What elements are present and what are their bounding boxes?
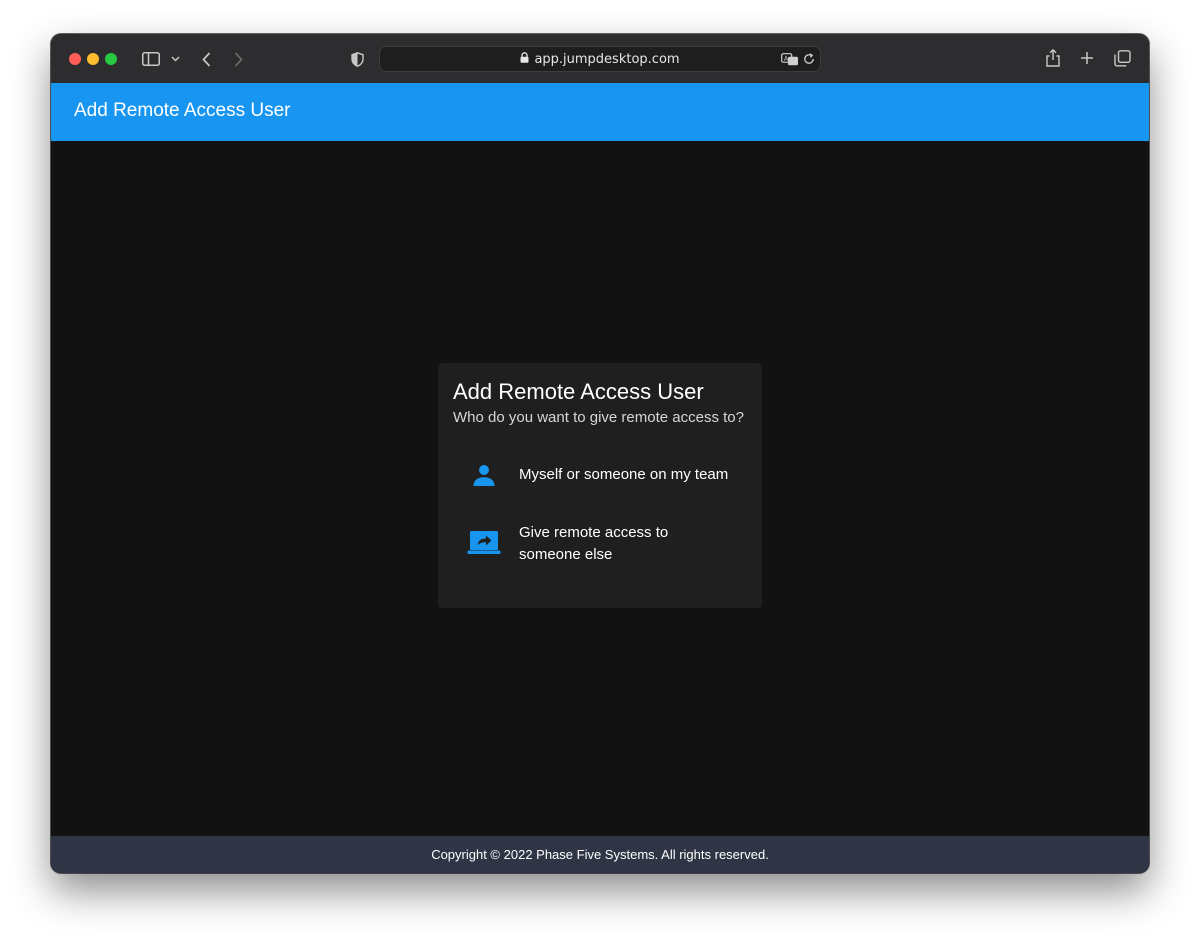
lock-icon [520,51,529,67]
dialog-subtitle: Who do you want to give remote access to… [453,409,744,426]
chevron-down-icon[interactable] [169,52,181,66]
dialog-title: Add Remote Access User [453,379,704,404]
browser-window: app.jumpdesktop.com A Add Remote Access … [51,34,1149,873]
main-content: Add Remote Access User Who do you want t… [51,141,1149,836]
reload-icon[interactable] [802,52,816,66]
sidebar-icon[interactable] [141,50,161,68]
close-window-button[interactable] [69,53,81,65]
option-label: Myself or someone on my team [519,466,729,483]
shield-icon[interactable] [349,50,365,68]
option-myself-or-team[interactable]: Myself or someone on my team [438,453,762,497]
forward-icon[interactable] [231,49,245,69]
address-bar[interactable]: app.jumpdesktop.com A [379,46,821,72]
footer: Copyright © 2022 Phase Five Systems. All… [51,836,1149,873]
tabs-overview-icon[interactable] [1113,49,1131,67]
copyright-text: Copyright © 2022 Phase Five Systems. All… [431,847,769,862]
page-title: Add Remote Access User [74,100,291,121]
back-icon[interactable] [199,49,213,69]
translate-icon[interactable]: A [780,51,800,67]
laptop-share-icon [466,525,502,561]
option-label: Give remote access to someone else [519,524,669,563]
app-header: Add Remote Access User [51,83,1149,141]
browser-toolbar: app.jumpdesktop.com A [51,34,1149,84]
url-text: app.jumpdesktop.com [534,51,680,67]
maximize-window-button[interactable] [105,53,117,65]
add-user-dialog: Add Remote Access User Who do you want t… [438,363,762,608]
person-icon [466,457,502,493]
minimize-window-button[interactable] [87,53,99,65]
option-someone-else[interactable]: Give remote access to someone else [438,513,762,573]
share-icon[interactable] [1045,48,1061,68]
plus-icon[interactable] [1079,50,1095,66]
